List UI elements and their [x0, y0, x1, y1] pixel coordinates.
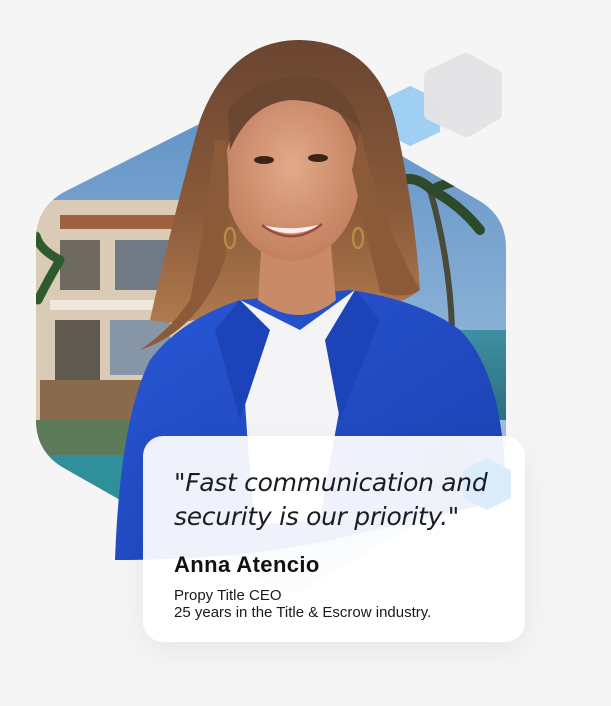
person-experience: 25 years in the Title & Escrow industry. [174, 604, 432, 621]
hexagon-decoration [382, 53, 502, 146]
person-name: Anna Atencio [174, 552, 320, 577]
testimonial-card: "Fast communication and security is our … [143, 436, 525, 642]
testimonial-quote: "Fast communication and security is our … [174, 468, 488, 531]
person-role: Propy Title CEO [174, 587, 282, 604]
testimonial-section: "Fast communication and security is our … [0, 0, 611, 706]
